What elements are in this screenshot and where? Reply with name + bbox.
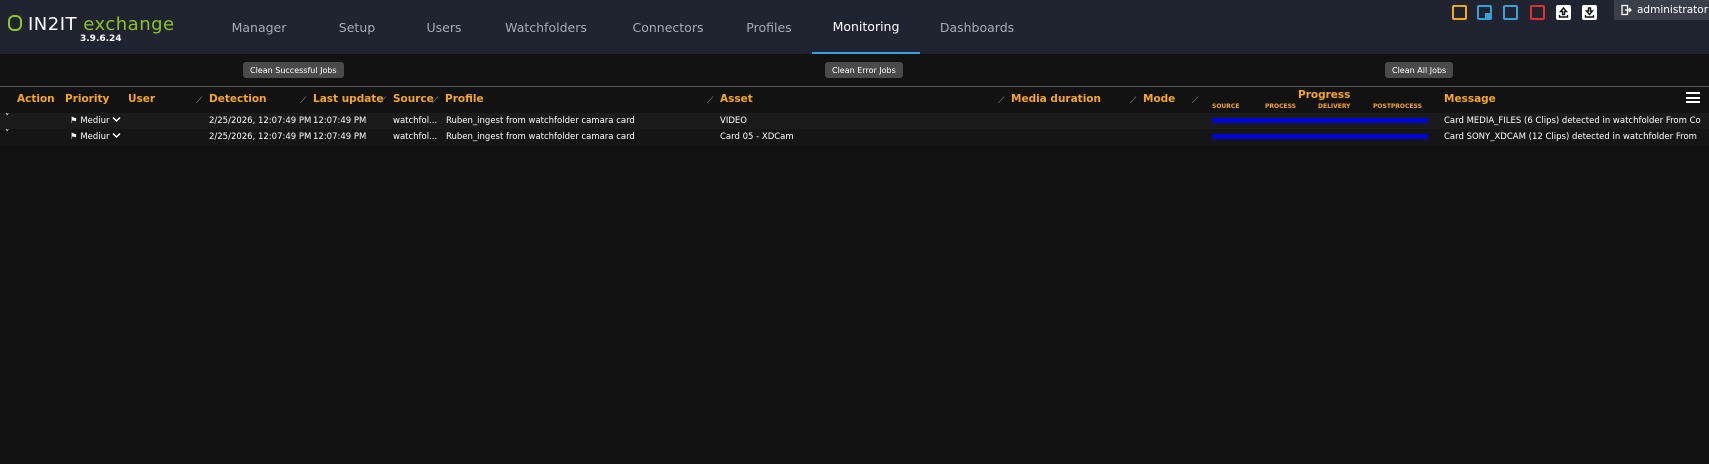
orange-square-icon[interactable] [1452,5,1467,20]
profile-cell: Ruben_ingest from watchfolder camara car… [446,132,635,142]
resize-handle-user[interactable]: ⟋ [196,96,202,106]
col-last-update[interactable]: Last update [313,93,383,105]
col-detection[interactable]: Detection [209,93,267,105]
priority-cell[interactable]: ⚑ Mediur [70,116,121,126]
col-asset[interactable]: Asset [720,93,753,105]
col-priority[interactable]: Priority [65,93,109,105]
jobs-table-header: Action Priority User ⟋ Detection ⟋ Last … [0,88,1709,114]
expand-chevron-icon[interactable]: ˅ [5,129,10,139]
header-divider [0,86,1709,87]
blue-square-icon[interactable] [1503,5,1518,20]
priority-value: Mediur [80,132,110,142]
resize-handle-source[interactable]: ⟋ [432,96,438,106]
user-menu-button[interactable]: administrator [1614,0,1709,20]
corner-mark [1485,13,1490,18]
table-row[interactable]: ˅ ⚑ Mediur 2/25/2026, 12:07:49 PM 12:07:… [0,129,1709,145]
expand-chevron-icon[interactable]: ˅ [5,113,10,123]
tab-connectors[interactable]: Connectors [610,0,726,54]
menu-line [1686,101,1700,103]
col-media-duration[interactable]: Media duration [1011,93,1101,105]
progress-bar [1212,118,1428,123]
priority-cell[interactable]: ⚑ Mediur [70,132,121,142]
resize-handle-media-duration[interactable]: ⟋ [1130,96,1136,106]
download-glyph [1584,7,1595,18]
resize-handle-mode[interactable]: ⟋ [1192,96,1198,106]
detection-cell: 2/25/2026, 12:07:49 PM [209,132,312,142]
source-cell: watchfol... [393,132,438,142]
username: administrator [1637,4,1709,16]
detection-cell: 2/25/2026, 12:07:49 PM [209,116,312,126]
asset-cell: Card 05 - XDCam [720,132,794,142]
chevron-down-icon [112,132,121,139]
clean-all-jobs-button[interactable]: Clean All Jobs [1385,62,1454,78]
resize-handle-profile[interactable]: ⟋ [707,96,713,106]
asset-cell: VIDEO [720,116,747,126]
resize-handle-detection[interactable]: ⟋ [300,96,306,106]
message-cell: Card MEDIA_FILES (6 Clips) detected in w… [1444,116,1701,126]
last-update-cell: 12:07:49 PM [313,132,367,142]
table-row[interactable]: ˅ ⚑ Mediur 2/25/2026, 12:07:49 PM 12:07:… [0,113,1709,129]
column-menu-icon[interactable] [1686,92,1700,106]
menu-line [1686,96,1700,99]
progress-stage-postprocess: POSTPROCESS [1373,103,1422,110]
tab-manager[interactable]: Manager [210,0,308,54]
source-cell: watchfol... [393,116,438,126]
app-version: 3.9.6.24 [80,34,122,44]
col-progress[interactable]: Progress [1298,89,1350,101]
cyan-square-corner-icon[interactable] [1477,5,1492,20]
clean-successful-jobs-button[interactable]: Clean Successful Jobs [243,62,344,78]
tab-monitoring[interactable]: Monitoring [812,0,920,54]
logo-accent-text: exchange [83,14,175,35]
resize-handle-asset[interactable]: ⟋ [998,96,1004,106]
menu-line [1686,92,1700,94]
col-user[interactable]: User [128,93,155,105]
red-square-icon[interactable] [1530,5,1545,20]
job-controls: Clean Successful Jobs Clean Error Jobs C… [0,62,1709,78]
upload-glyph [1558,6,1569,18]
tab-watchfolders[interactable]: Watchfolders [482,0,610,54]
main-nav: Manager Setup Users Watchfolders Connect… [210,0,1034,54]
col-message[interactable]: Message [1444,93,1496,105]
message-cell: Card SONY_XDCAM (12 Clips) detected in w… [1444,132,1697,142]
resize-handle-last-update[interactable]: ⟋ [380,96,386,106]
chevron-down-icon [112,116,121,123]
top-navigation-bar: IN2IT exchange 3.9.6.24 Manager Setup Us… [0,0,1709,54]
progress-stage-process: PROCESS [1265,103,1296,110]
priority-flag-icon: ⚑ [70,116,78,126]
priority-flag-icon: ⚑ [70,132,78,142]
logo-text: IN2IT [28,14,78,35]
col-action[interactable]: Action [17,93,55,105]
profile-cell: Ruben_ingest from watchfolder camara car… [446,116,635,126]
col-mode[interactable]: Mode [1143,93,1175,105]
download-icon[interactable] [1582,5,1597,20]
last-update-cell: 12:07:49 PM [313,116,367,126]
logo-ring-icon [8,15,22,31]
col-profile[interactable]: Profile [445,93,484,105]
progress-bar [1212,134,1428,139]
progress-stage-source: SOURCE [1212,103,1240,110]
tab-dashboards[interactable]: Dashboards [920,0,1034,54]
tab-profiles[interactable]: Profiles [726,0,812,54]
priority-value: Mediur [80,116,110,126]
progress-stage-delivery: DELIVERY [1318,103,1351,110]
clean-error-jobs-button[interactable]: Clean Error Jobs [825,62,903,78]
logout-icon [1621,4,1632,16]
upload-icon[interactable] [1556,5,1571,20]
app-logo[interactable]: IN2IT exchange [8,14,175,35]
col-source[interactable]: Source [393,93,434,105]
tab-users[interactable]: Users [406,0,482,54]
tab-setup[interactable]: Setup [308,0,406,54]
